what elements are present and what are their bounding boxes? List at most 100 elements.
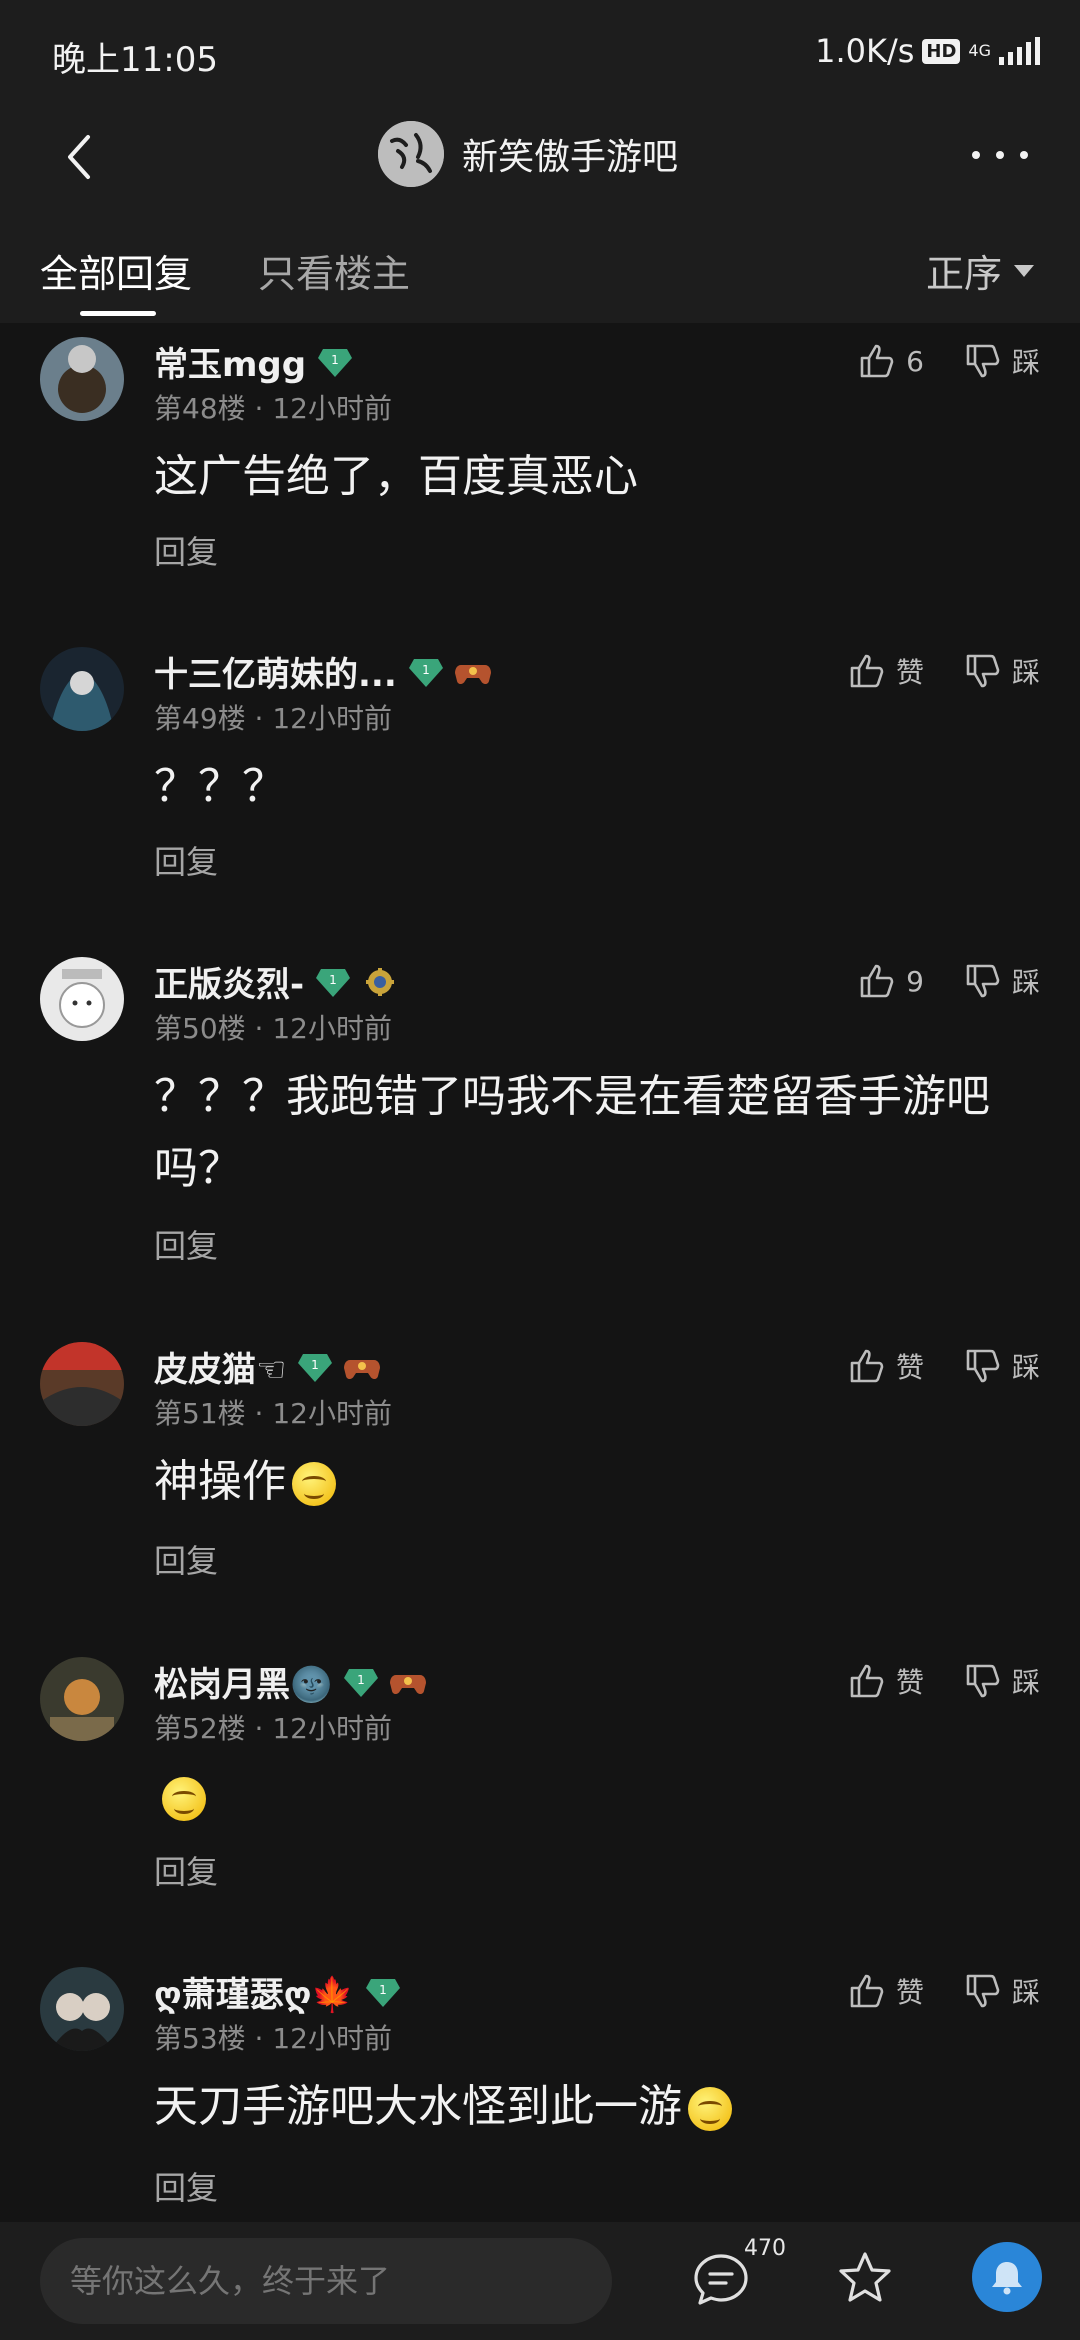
reply-button[interactable]: 回复 <box>154 2163 218 2209</box>
svg-text:1: 1 <box>312 1358 320 1372</box>
thumb-down-icon <box>966 1664 1000 1698</box>
username[interactable]: 松岗月黑🌚 <box>154 1657 332 1706</box>
status-indicators: 1.0K/s HD 4G <box>815 32 1040 70</box>
comment-icon[interactable] <box>690 2250 752 2312</box>
reply-text: 天刀手游吧大水怪到此一游 <box>154 2081 682 2132</box>
thumb-down-icon <box>966 1349 1000 1383</box>
star-icon[interactable] <box>834 2248 896 2310</box>
reply-content <box>154 1761 1034 1833</box>
reply-list: 常玉mgg 1 第48楼 · 12小时前 6 踩 这广告绝了，百度真恶心 回复 … <box>0 323 1080 2223</box>
avatar[interactable] <box>40 1967 124 2051</box>
like-count: 6 <box>906 344 924 378</box>
smile-emoji-icon <box>688 2087 732 2131</box>
username[interactable]: 十三亿萌妹的... <box>154 647 397 696</box>
back-icon[interactable] <box>52 127 112 187</box>
more-icon[interactable] <box>972 145 1028 165</box>
thumb-down-icon <box>966 654 1000 688</box>
avatar[interactable] <box>40 957 124 1041</box>
reply-content: ？？？ <box>154 761 286 812</box>
reply-filter-tabs: 全部回复 只看楼主 正序 <box>0 215 1080 323</box>
dislike-button[interactable]: 踩 <box>964 961 1040 1001</box>
reply-content: 这广告绝了，百度真恶心 <box>154 451 638 502</box>
user-info: 十三亿萌妹的... 1 <box>154 647 491 696</box>
like-button[interactable]: 9 <box>858 962 924 1000</box>
floor-time: 第52楼 · 12小时前 <box>154 1712 392 1745</box>
reply-actions: 6 踩 <box>858 341 1040 381</box>
svg-text:1: 1 <box>331 353 339 367</box>
top-nav-bar: 新笑傲手游吧 <box>0 105 1080 215</box>
tab-all-replies[interactable]: 全部回复 <box>40 243 192 298</box>
reply-item: 松岗月黑🌚 1 第52楼 · 12小时前 赞 踩 回复 <box>0 1643 1080 1953</box>
reply-actions: 赞 踩 <box>848 1346 1040 1386</box>
reply-item: 常玉mgg 1 第48楼 · 12小时前 6 踩 这广告绝了，百度真恶心 回复 <box>0 323 1080 633</box>
dislike-button[interactable]: 踩 <box>964 1346 1040 1386</box>
user-info: ღ萧瑾瑟ღ🍁 1 <box>154 1967 400 2016</box>
like-count: 赞 <box>895 1976 924 2009</box>
signal-icon <box>999 37 1040 65</box>
dislike-label: 踩 <box>1011 346 1040 379</box>
reply-button[interactable]: 回复 <box>154 1847 218 1893</box>
bottom-comment-bar: 470 <box>0 2222 1080 2340</box>
thumb-up-icon <box>850 654 884 688</box>
network-type-label: 4G <box>968 41 991 60</box>
reply-item: 皮皮猫☜ 1 第51楼 · 12小时前 赞 踩 神操作 回复 <box>0 1328 1080 1643</box>
reply-button[interactable]: 回复 <box>154 527 218 573</box>
thumb-down-icon <box>966 964 1000 998</box>
dislike-button[interactable]: 踩 <box>964 1971 1040 2011</box>
thumb-up-icon <box>850 1349 884 1383</box>
dislike-button[interactable]: 踩 <box>964 651 1040 691</box>
like-count: 9 <box>906 964 924 998</box>
reply-item: 正版炎烈- 1 第50楼 · 12小时前 9 踩 ？？？我跑错了吗我不是在看楚留… <box>0 943 1080 1328</box>
forum-header[interactable]: 新笑傲手游吧 <box>378 121 678 187</box>
avatar[interactable] <box>40 1657 124 1741</box>
floor-time: 第48楼 · 12小时前 <box>154 392 392 425</box>
reply-content: 天刀手游吧大水怪到此一游 <box>154 2071 1034 2143</box>
forum-logo-icon <box>378 121 444 187</box>
active-tab-indicator <box>80 311 156 316</box>
level-badge-icon: 1 <box>408 658 443 687</box>
dislike-label: 踩 <box>1011 1666 1040 1699</box>
reply-button[interactable]: 回复 <box>154 1221 218 1267</box>
game-badge-icon <box>390 1674 427 1694</box>
avatar[interactable] <box>40 647 124 731</box>
like-button[interactable]: 赞 <box>848 1661 924 1701</box>
username[interactable]: 皮皮猫☜ <box>154 1342 286 1391</box>
like-button[interactable]: 赞 <box>848 651 924 691</box>
reply-content: 神操作 <box>154 1446 1034 1518</box>
dislike-button[interactable]: 踩 <box>964 1661 1040 1701</box>
username[interactable]: 常玉mgg <box>154 337 306 386</box>
reply-button[interactable]: 回复 <box>154 837 218 883</box>
like-button[interactable]: 赞 <box>848 1971 924 2011</box>
like-button[interactable]: 6 <box>858 342 924 380</box>
dislike-label: 踩 <box>1011 1976 1040 2009</box>
reply-actions: 赞 踩 <box>848 1661 1040 1701</box>
caret-down-icon <box>1014 264 1034 277</box>
like-button[interactable]: 赞 <box>848 1346 924 1386</box>
thumb-up-icon <box>860 964 894 998</box>
svg-text:1: 1 <box>358 1673 366 1687</box>
like-count: 赞 <box>895 1666 924 1699</box>
username[interactable]: 正版炎烈- <box>154 957 304 1006</box>
tab-owner-only[interactable]: 只看楼主 <box>258 243 410 298</box>
reply-actions: 赞 踩 <box>848 1971 1040 2011</box>
reply-content: ？？？我跑错了吗我不是在看楚留香手游吧吗？ <box>154 1071 990 1194</box>
thumb-up-icon <box>860 344 894 378</box>
reply-actions: 9 踩 <box>858 961 1040 1001</box>
comment-input[interactable] <box>40 2238 612 2324</box>
sort-dropdown[interactable]: 正序 <box>926 243 1034 298</box>
user-info: 皮皮猫☜ 1 <box>154 1342 381 1391</box>
reply-item: ღ萧瑾瑟ღ🍁 1 第53楼 · 12小时前 赞 踩 天刀手游吧大水怪到此一游 回… <box>0 1953 1080 2223</box>
floor-time: 第49楼 · 12小时前 <box>154 702 392 735</box>
avatar[interactable] <box>40 1342 124 1426</box>
level-badge-icon: 1 <box>298 1353 333 1382</box>
notification-button[interactable] <box>972 2242 1042 2312</box>
dislike-label: 踩 <box>1011 966 1040 999</box>
floor-time: 第50楼 · 12小时前 <box>154 1012 392 1045</box>
level-badge-icon: 1 <box>365 1978 400 2007</box>
avatar[interactable] <box>40 337 124 421</box>
network-speed: 1.0K/s <box>815 32 915 70</box>
username[interactable]: ღ萧瑾瑟ღ🍁 <box>154 1967 354 2016</box>
user-info: 正版炎烈- 1 <box>154 957 398 1006</box>
dislike-button[interactable]: 踩 <box>964 341 1040 381</box>
reply-button[interactable]: 回复 <box>154 1536 218 1582</box>
